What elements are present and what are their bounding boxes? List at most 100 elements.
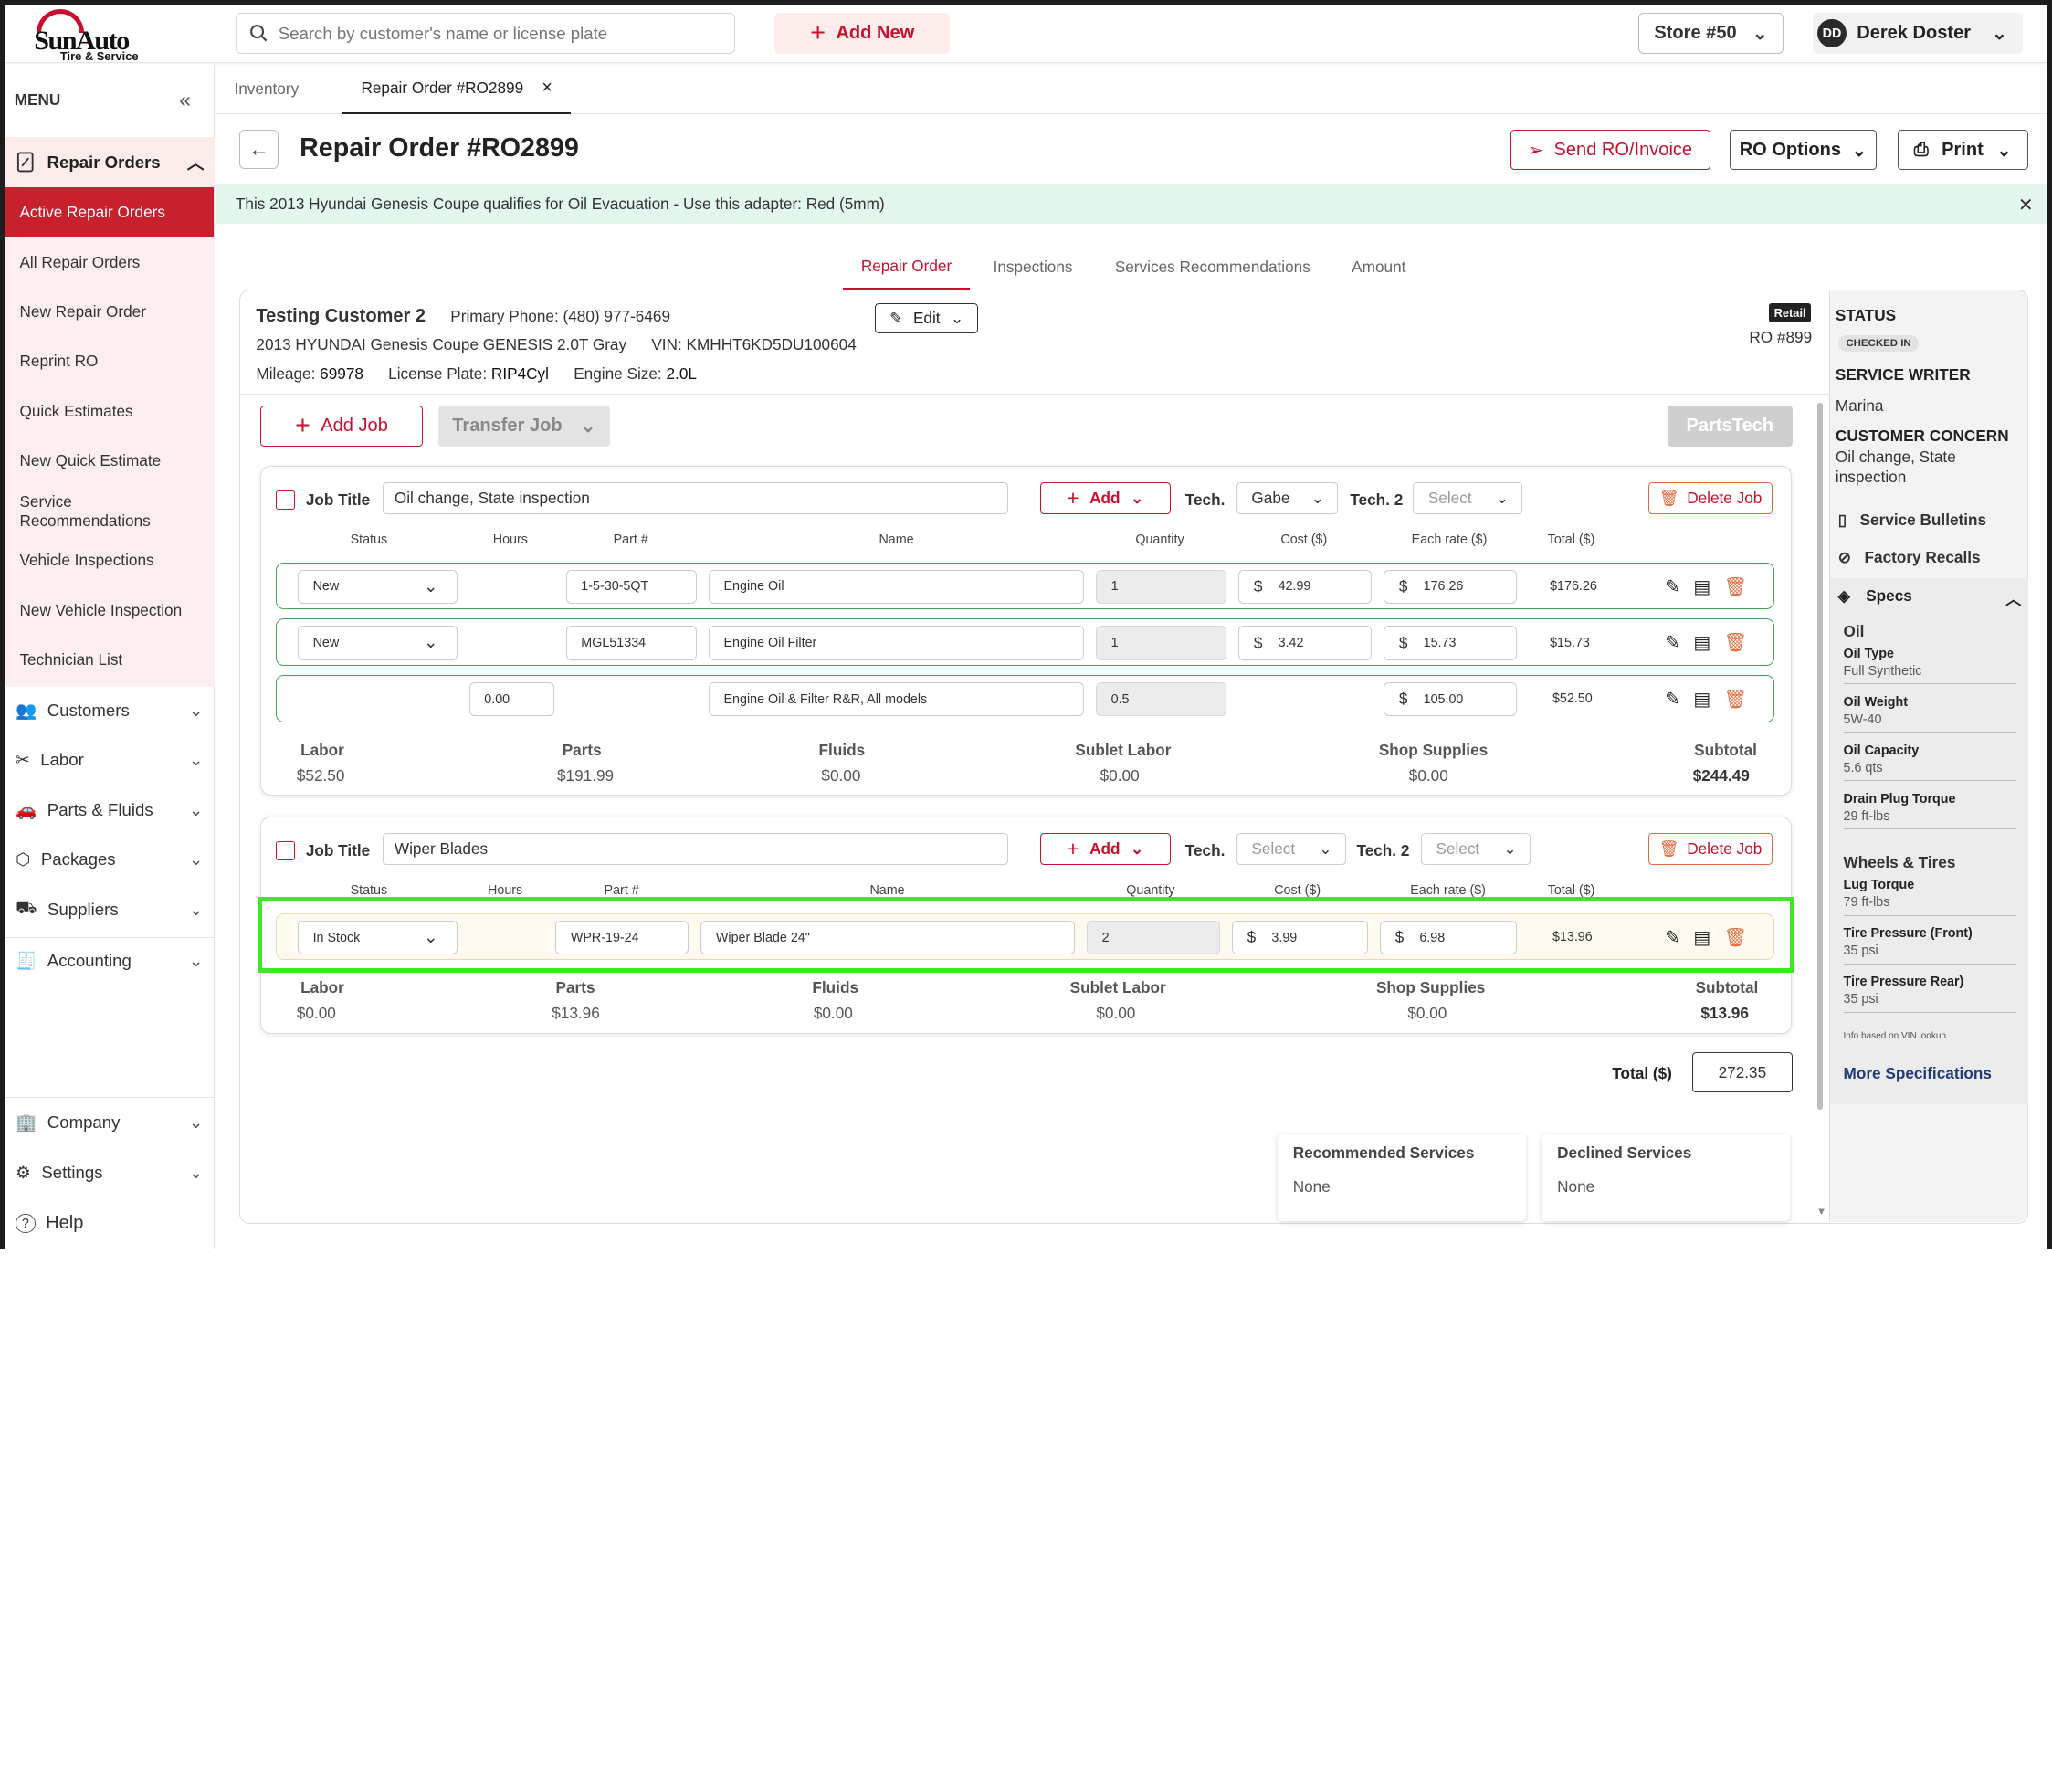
sidebar-item-all-repair-orders[interactable]: All Repair Orders <box>19 253 140 272</box>
brand-logo[interactable]: SunAuto Tire & Service <box>34 9 152 63</box>
service-bulletins-link[interactable]: ▯ Service Bulletins <box>1838 511 1986 530</box>
item-name-input[interactable]: Engine Oil <box>708 569 1084 605</box>
delete-job-button[interactable]: 🗑 Delete Job <box>1648 482 1773 514</box>
sidebar-item-suppliers[interactable]: ⛟ Suppliers ⌄ <box>16 890 203 929</box>
sidebar-item-company[interactable]: 🏢 Company ⌄ <box>16 1103 203 1143</box>
hours-input[interactable]: 0.00 <box>468 682 554 717</box>
sidebar-item-settings[interactable]: ⚙ Settings ⌄ <box>16 1153 203 1192</box>
sidebar-item-parts-fluids[interactable]: 🚗 Parts & Fluids ⌄ <box>16 790 203 829</box>
add-item-button[interactable]: + Add ⌄ <box>1039 833 1171 865</box>
trash-icon[interactable]: 🗑 <box>1724 926 1747 949</box>
partstech-button[interactable]: PartsTech <box>1667 406 1794 447</box>
job-title-input[interactable]: Wiper Blades <box>383 833 1009 865</box>
status-select[interactable]: New ⌄ <box>297 626 458 660</box>
status-panel: STATUS CHECKED IN SERVICE WRITER Marina … <box>1829 290 2028 1223</box>
item-name-input[interactable]: Engine Oil & Filter R&R, All models <box>708 682 1084 717</box>
cost-input[interactable]: $3.99 <box>1231 920 1368 955</box>
transfer-job-button[interactable]: Transfer Job ⌄ <box>438 406 610 447</box>
sidebar-item-accounting[interactable]: 🧾 Accounting ⌄ <box>16 941 203 980</box>
scroll-down-arrow-icon[interactable]: ▼ <box>1816 1207 1826 1218</box>
trash-icon[interactable]: 🗑 <box>1724 688 1747 711</box>
part-number-input[interactable]: MGL51334 <box>565 626 697 660</box>
sidebar-item-service-recommendations[interactable]: Service Recommendations <box>19 492 176 532</box>
sidebar-item-labor[interactable]: ✂ Labor ⌄ <box>16 741 203 780</box>
cost-input[interactable]: $42.99 <box>1238 569 1373 605</box>
add-new-button[interactable]: + Add New <box>774 13 951 54</box>
print-button[interactable]: ⎙ Print ⌄ <box>1897 129 2028 171</box>
edit-customer-button[interactable]: ✎ Edit ⌄ <box>875 302 979 333</box>
sidebar-item-technician-list[interactable]: Technician List <box>19 650 122 669</box>
mileage-label: Mileage: <box>256 364 316 383</box>
user-menu[interactable]: DD Derek Doster ⌄ <box>1812 13 2024 54</box>
sidebar-item-active-repair-orders[interactable]: Active Repair Orders <box>5 186 214 237</box>
edit-icon[interactable]: ✎ <box>1665 575 1680 598</box>
cost-input[interactable]: $3.42 <box>1238 626 1373 660</box>
sidebar-item-new-quick-estimate[interactable]: New Quick Estimate <box>19 451 161 470</box>
edit-icon[interactable]: ✎ <box>1665 926 1680 949</box>
job-checkbox[interactable] <box>275 490 296 511</box>
tab-services-recommendations[interactable]: Services Recommendations <box>1115 245 1310 290</box>
item-name-input[interactable]: Wiper Blade 24" <box>700 920 1075 955</box>
dollar-icon: $ <box>1247 928 1257 946</box>
close-icon[interactable]: × <box>542 78 552 99</box>
edit-icon[interactable]: ✎ <box>1665 688 1680 711</box>
item-name-input[interactable]: Engine Oil Filter <box>708 626 1084 660</box>
quantity-input[interactable]: 1 <box>1095 569 1227 605</box>
tab-inspections[interactable]: Inspections <box>994 245 1073 290</box>
send-ro-invoice-button[interactable]: ➢ Send RO/Invoice <box>1510 129 1710 171</box>
status-select[interactable]: New ⌄ <box>297 569 458 605</box>
trash-icon[interactable]: 🗑 <box>1724 575 1747 598</box>
tab-repair-order[interactable]: Repair Order #RO2899 × <box>342 64 571 114</box>
each-rate-input[interactable]: $105.00 <box>1384 682 1518 717</box>
ro-options-button[interactable]: RO Options ⌄ <box>1730 129 1877 171</box>
each-rate-input[interactable]: $176.26 <box>1384 569 1518 605</box>
sidebar-item-new-vehicle-inspection[interactable]: New Vehicle Inspection <box>19 601 182 620</box>
sidebar-item-help[interactable]: ? Help <box>16 1204 203 1243</box>
quantity-input[interactable]: 1 <box>1095 626 1227 660</box>
part-number-input[interactable]: WPR-19-24 <box>555 920 689 955</box>
job-checkbox[interactable] <box>275 840 296 861</box>
search-box[interactable] <box>235 13 736 54</box>
tech-select[interactable]: Gabe ⌄ <box>1236 482 1339 514</box>
job-title-input[interactable]: Oil change, State inspection <box>383 482 1009 514</box>
sidebar-item-repair-orders[interactable]: Repair Orders ︿ <box>5 137 215 187</box>
sidebar-item-quick-estimates[interactable]: Quick Estimates <box>19 402 132 421</box>
part-number-input[interactable]: 1-5-30-5QT <box>565 569 697 605</box>
notes-icon[interactable]: ▤ <box>1693 688 1710 711</box>
sidebar-item-reprint-ro[interactable]: Reprint RO <box>19 352 98 371</box>
edit-icon[interactable]: ✎ <box>1665 631 1680 654</box>
close-icon[interactable]: ✕ <box>2018 194 2034 216</box>
quantity-input[interactable]: 2 <box>1086 920 1220 955</box>
quantity-input[interactable]: 0.5 <box>1095 682 1227 717</box>
delete-job-button[interactable]: 🗑 Delete Job <box>1648 833 1773 865</box>
column-header-each-rate: Each rate ($) <box>1410 882 1486 898</box>
sidebar-item-packages[interactable]: ⬡ Packages ⌄ <box>16 840 203 880</box>
more-specifications-link[interactable]: More Specifications <box>1844 1064 1992 1083</box>
tech2-select[interactable]: Select ⌄ <box>1420 833 1531 865</box>
notes-icon[interactable]: ▤ <box>1693 631 1710 654</box>
sidebar-item-new-repair-order[interactable]: New Repair Order <box>19 302 146 322</box>
add-job-button[interactable]: + Add Job <box>260 406 423 447</box>
tech-select[interactable]: Select ⌄ <box>1236 833 1346 865</box>
back-button[interactable]: ← <box>239 129 279 169</box>
trash-icon[interactable]: 🗑 <box>1724 631 1747 654</box>
scrollbar[interactable] <box>1817 403 1824 1111</box>
summary-labor-label: Labor <box>300 740 344 759</box>
collapse-sidebar-icon[interactable]: « <box>179 88 191 112</box>
sidebar-item-customers[interactable]: 👥 Customers ⌄ <box>16 691 203 731</box>
tab-repair-order-details[interactable]: Repair Order <box>842 245 971 290</box>
tab-inventory[interactable]: Inventory <box>234 64 299 113</box>
add-item-button[interactable]: + Add ⌄ <box>1039 482 1171 514</box>
store-select[interactable]: Store #50 ⌄ <box>1637 13 1784 54</box>
notes-icon[interactable]: ▤ <box>1693 926 1710 949</box>
tab-amount[interactable]: Amount <box>1352 245 1405 290</box>
each-rate-input[interactable]: $6.98 <box>1379 920 1518 955</box>
tech2-select[interactable]: Select ⌄ <box>1413 482 1523 514</box>
search-input[interactable] <box>278 23 698 44</box>
specs-header[interactable]: ◈ Specs ︿ <box>1838 586 2022 609</box>
each-rate-input[interactable]: $15.73 <box>1384 626 1518 660</box>
factory-recalls-link[interactable]: ⊘ Factory Recalls <box>1838 548 1981 567</box>
notes-icon[interactable]: ▤ <box>1693 575 1710 598</box>
sidebar-item-vehicle-inspections[interactable]: Vehicle Inspections <box>19 551 153 570</box>
status-select[interactable]: In Stock ⌄ <box>297 920 458 955</box>
